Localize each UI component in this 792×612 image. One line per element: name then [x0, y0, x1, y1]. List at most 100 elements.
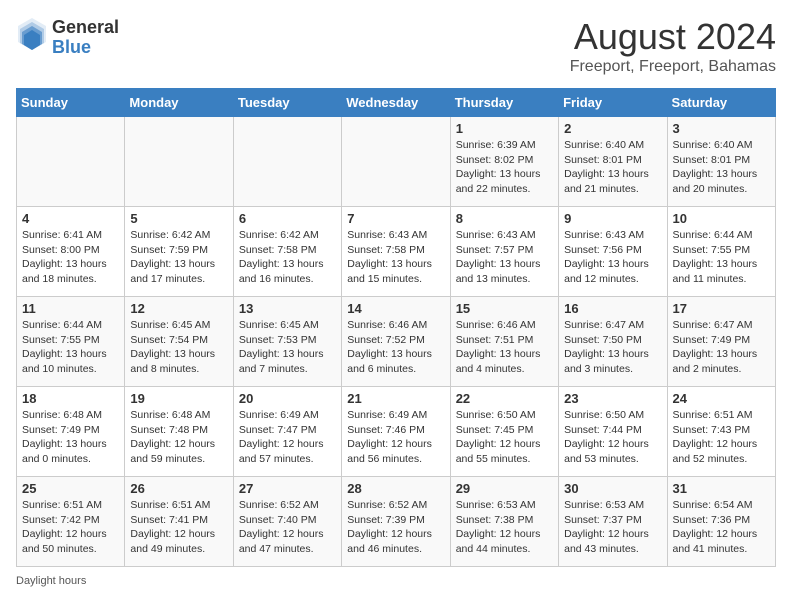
- day-number: 9: [564, 211, 661, 226]
- calendar-cell: 11Sunrise: 6:44 AM Sunset: 7:55 PM Dayli…: [17, 297, 125, 387]
- day-number: 13: [239, 301, 336, 316]
- day-number: 2: [564, 121, 661, 136]
- cell-info: Sunrise: 6:44 AM Sunset: 7:55 PM Dayligh…: [673, 228, 770, 287]
- cell-info: Sunrise: 6:45 AM Sunset: 7:53 PM Dayligh…: [239, 318, 336, 377]
- week-row-4: 18Sunrise: 6:48 AM Sunset: 7:49 PM Dayli…: [17, 387, 776, 477]
- calendar-cell: 8 Sunrise: 6:43 AM Sunset: 7:57 PM Daylig…: [450, 207, 558, 297]
- calendar-cell: 14 Sunrise: 6:46 AM Sunset: 7:52 PM Dayli…: [342, 297, 450, 387]
- day-number: 26: [130, 481, 227, 496]
- day-number: 29: [456, 481, 553, 496]
- day-number: 20: [239, 391, 336, 406]
- day-number: 8: [456, 211, 553, 226]
- day-number: 16: [564, 301, 661, 316]
- day-number: 11: [22, 301, 119, 316]
- calendar-cell: 25 Sunrise: 6:51 AM Sunset: 7:42 PM Dayli…: [17, 477, 125, 567]
- logo-text: General Blue: [52, 18, 119, 58]
- cell-info: Sunrise: 6:43 AM Sunset: 7:57 PM Dayligh…: [456, 228, 553, 287]
- daylight-label: Daylight hours: [16, 575, 86, 587]
- calendar-cell: 15 Sunrise: 6:46 AM Sunset: 7:51 PM Dayli…: [450, 297, 558, 387]
- calendar-cell: 18Sunrise: 6:48 AM Sunset: 7:49 PM Dayli…: [17, 387, 125, 477]
- cell-info: Sunrise: 6:52 AM Sunset: 7:39 PM Dayligh…: [347, 498, 444, 557]
- subtitle: Freeport, Freeport, Bahamas: [570, 58, 776, 76]
- calendar-cell: 2 Sunrise: 6:40 AM Sunset: 8:01 PM Daylig…: [559, 117, 667, 207]
- calendar-cell: 6 Sunrise: 6:42 AM Sunset: 7:58 PM Daylig…: [233, 207, 341, 297]
- cell-info: Sunrise: 6:42 AM Sunset: 7:58 PM Dayligh…: [239, 228, 336, 287]
- week-row-1: 1Sunrise: 6:39 AM Sunset: 8:02 PM Daylig…: [17, 117, 776, 207]
- day-number: 12: [130, 301, 227, 316]
- day-number: 23: [564, 391, 661, 406]
- title-block: August 2024 Freeport, Freeport, Bahamas: [570, 16, 776, 76]
- cell-info: Sunrise: 6:42 AM Sunset: 7:59 PM Dayligh…: [130, 228, 227, 287]
- cell-info: Sunrise: 6:51 AM Sunset: 7:43 PM Dayligh…: [673, 408, 770, 467]
- week-row-2: 4 Sunrise: 6:41 AM Sunset: 8:00 PM Daylig…: [17, 207, 776, 297]
- cell-info: Sunrise: 6:47 AM Sunset: 7:49 PM Dayligh…: [673, 318, 770, 377]
- calendar-cell: 3 Sunrise: 6:40 AM Sunset: 8:01 PM Daylig…: [667, 117, 775, 207]
- calendar-cell: 1Sunrise: 6:39 AM Sunset: 8:02 PM Daylig…: [450, 117, 558, 207]
- cell-info: Sunrise: 6:43 AM Sunset: 7:56 PM Dayligh…: [564, 228, 661, 287]
- logo: General Blue: [16, 16, 119, 59]
- logo-icon: [16, 16, 48, 59]
- cell-info: Sunrise: 6:40 AM Sunset: 8:01 PM Dayligh…: [564, 138, 661, 197]
- calendar-cell: 4 Sunrise: 6:41 AM Sunset: 8:00 PM Daylig…: [17, 207, 125, 297]
- day-number: 10: [673, 211, 770, 226]
- logo-blue: Blue: [52, 38, 119, 58]
- day-number: 14: [347, 301, 444, 316]
- day-number: 3: [673, 121, 770, 136]
- day-number: 4: [22, 211, 119, 226]
- col-header-saturday: Saturday: [667, 89, 775, 117]
- cell-info: Sunrise: 6:48 AM Sunset: 7:49 PM Dayligh…: [22, 408, 119, 467]
- cell-info: Sunrise: 6:50 AM Sunset: 7:44 PM Dayligh…: [564, 408, 661, 467]
- cell-info: Sunrise: 6:49 AM Sunset: 7:46 PM Dayligh…: [347, 408, 444, 467]
- col-header-thursday: Thursday: [450, 89, 558, 117]
- calendar-cell: 30 Sunrise: 6:53 AM Sunset: 7:37 PM Dayli…: [559, 477, 667, 567]
- calendar-cell: [125, 117, 233, 207]
- col-header-sunday: Sunday: [17, 89, 125, 117]
- calendar-cell: 29 Sunrise: 6:53 AM Sunset: 7:38 PM Dayli…: [450, 477, 558, 567]
- cell-info: Sunrise: 6:53 AM Sunset: 7:38 PM Dayligh…: [456, 498, 553, 557]
- calendar-cell: 26 Sunrise: 6:51 AM Sunset: 7:41 PM Dayli…: [125, 477, 233, 567]
- cell-info: Sunrise: 6:51 AM Sunset: 7:42 PM Dayligh…: [22, 498, 119, 557]
- calendar-cell: [233, 117, 341, 207]
- day-number: 30: [564, 481, 661, 496]
- col-header-friday: Friday: [559, 89, 667, 117]
- cell-info: Sunrise: 6:47 AM Sunset: 7:50 PM Dayligh…: [564, 318, 661, 377]
- day-number: 5: [130, 211, 227, 226]
- page-header: General Blue August 2024 Freeport, Freep…: [16, 16, 776, 76]
- col-header-tuesday: Tuesday: [233, 89, 341, 117]
- cell-info: Sunrise: 6:48 AM Sunset: 7:48 PM Dayligh…: [130, 408, 227, 467]
- cell-info: Sunrise: 6:49 AM Sunset: 7:47 PM Dayligh…: [239, 408, 336, 467]
- cell-info: Sunrise: 6:43 AM Sunset: 7:58 PM Dayligh…: [347, 228, 444, 287]
- day-number: 19: [130, 391, 227, 406]
- col-header-monday: Monday: [125, 89, 233, 117]
- col-header-wednesday: Wednesday: [342, 89, 450, 117]
- cell-info: Sunrise: 6:53 AM Sunset: 7:37 PM Dayligh…: [564, 498, 661, 557]
- calendar-cell: 27Sunrise: 6:52 AM Sunset: 7:40 PM Dayli…: [233, 477, 341, 567]
- cell-info: Sunrise: 6:40 AM Sunset: 8:01 PM Dayligh…: [673, 138, 770, 197]
- day-number: 22: [456, 391, 553, 406]
- day-number: 15: [456, 301, 553, 316]
- calendar-cell: 13 Sunrise: 6:45 AM Sunset: 7:53 PM Dayli…: [233, 297, 341, 387]
- calendar-cell: 28 Sunrise: 6:52 AM Sunset: 7:39 PM Dayli…: [342, 477, 450, 567]
- day-number: 31: [673, 481, 770, 496]
- cell-info: Sunrise: 6:41 AM Sunset: 8:00 PM Dayligh…: [22, 228, 119, 287]
- day-number: 25: [22, 481, 119, 496]
- calendar-cell: 20 Sunrise: 6:49 AM Sunset: 7:47 PM Dayli…: [233, 387, 341, 477]
- week-row-5: 25 Sunrise: 6:51 AM Sunset: 7:42 PM Dayli…: [17, 477, 776, 567]
- cell-info: Sunrise: 6:50 AM Sunset: 7:45 PM Dayligh…: [456, 408, 553, 467]
- cell-info: Sunrise: 6:54 AM Sunset: 7:36 PM Dayligh…: [673, 498, 770, 557]
- day-number: 7: [347, 211, 444, 226]
- day-number: 27: [239, 481, 336, 496]
- calendar-cell: 12Sunrise: 6:45 AM Sunset: 7:54 PM Dayli…: [125, 297, 233, 387]
- cell-info: Sunrise: 6:46 AM Sunset: 7:51 PM Dayligh…: [456, 318, 553, 377]
- calendar-cell: 24Sunrise: 6:51 AM Sunset: 7:43 PM Dayli…: [667, 387, 775, 477]
- day-number: 28: [347, 481, 444, 496]
- calendar-cell: 9 Sunrise: 6:43 AM Sunset: 7:56 PM Daylig…: [559, 207, 667, 297]
- day-number: 17: [673, 301, 770, 316]
- day-number: 1: [456, 121, 553, 136]
- day-number: 6: [239, 211, 336, 226]
- cell-info: Sunrise: 6:51 AM Sunset: 7:41 PM Dayligh…: [130, 498, 227, 557]
- calendar-cell: 7 Sunrise: 6:43 AM Sunset: 7:58 PM Daylig…: [342, 207, 450, 297]
- calendar-cell: 22 Sunrise: 6:50 AM Sunset: 7:45 PM Dayli…: [450, 387, 558, 477]
- calendar-cell: [342, 117, 450, 207]
- cell-info: Sunrise: 6:46 AM Sunset: 7:52 PM Dayligh…: [347, 318, 444, 377]
